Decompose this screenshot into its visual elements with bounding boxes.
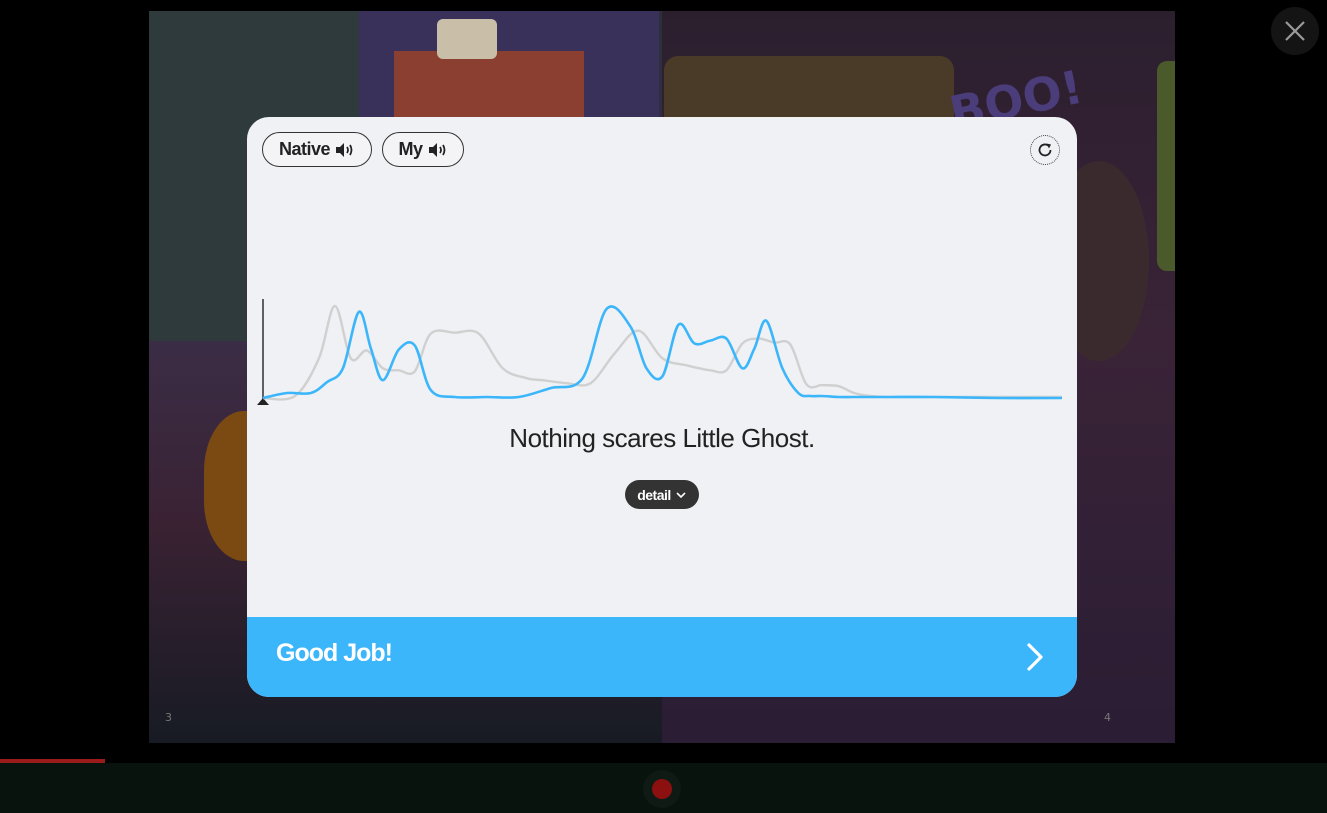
chevron-right-icon — [1027, 643, 1043, 671]
result-label: Good Job! — [276, 639, 393, 667]
result-next-bar[interactable]: Good Job! — [247, 617, 1077, 697]
record-button[interactable] — [643, 770, 681, 808]
native-audio-button[interactable]: Native — [262, 132, 372, 167]
page-number-right: 4 — [1104, 711, 1111, 724]
my-audio-label: My — [398, 139, 423, 159]
refresh-icon — [1038, 143, 1052, 157]
close-icon — [1285, 21, 1305, 41]
illustration-jar — [1157, 61, 1175, 271]
pitch-waveform — [257, 299, 1063, 405]
detail-label: detail — [637, 486, 671, 503]
chevron-down-icon — [676, 491, 686, 498]
retry-button[interactable] — [1030, 135, 1060, 165]
native-audio-label: Native — [278, 139, 331, 159]
detail-button[interactable]: detail — [625, 480, 699, 509]
page-number-left: 3 — [165, 711, 172, 724]
native-pitch-line — [262, 304, 1062, 401]
my-audio-button[interactable]: My — [382, 132, 464, 167]
illustration-lamp — [437, 19, 497, 59]
pronunciation-result-modal: Native My Nothing scares Little Ghost. d… — [247, 117, 1077, 697]
speaker-icon — [336, 142, 353, 157]
speaker-icon — [428, 142, 445, 157]
close-button[interactable] — [1271, 7, 1319, 55]
user-pitch-line — [262, 305, 1063, 400]
record-icon — [652, 779, 672, 799]
practice-sentence: Nothing scares Little Ghost. — [509, 423, 815, 453]
